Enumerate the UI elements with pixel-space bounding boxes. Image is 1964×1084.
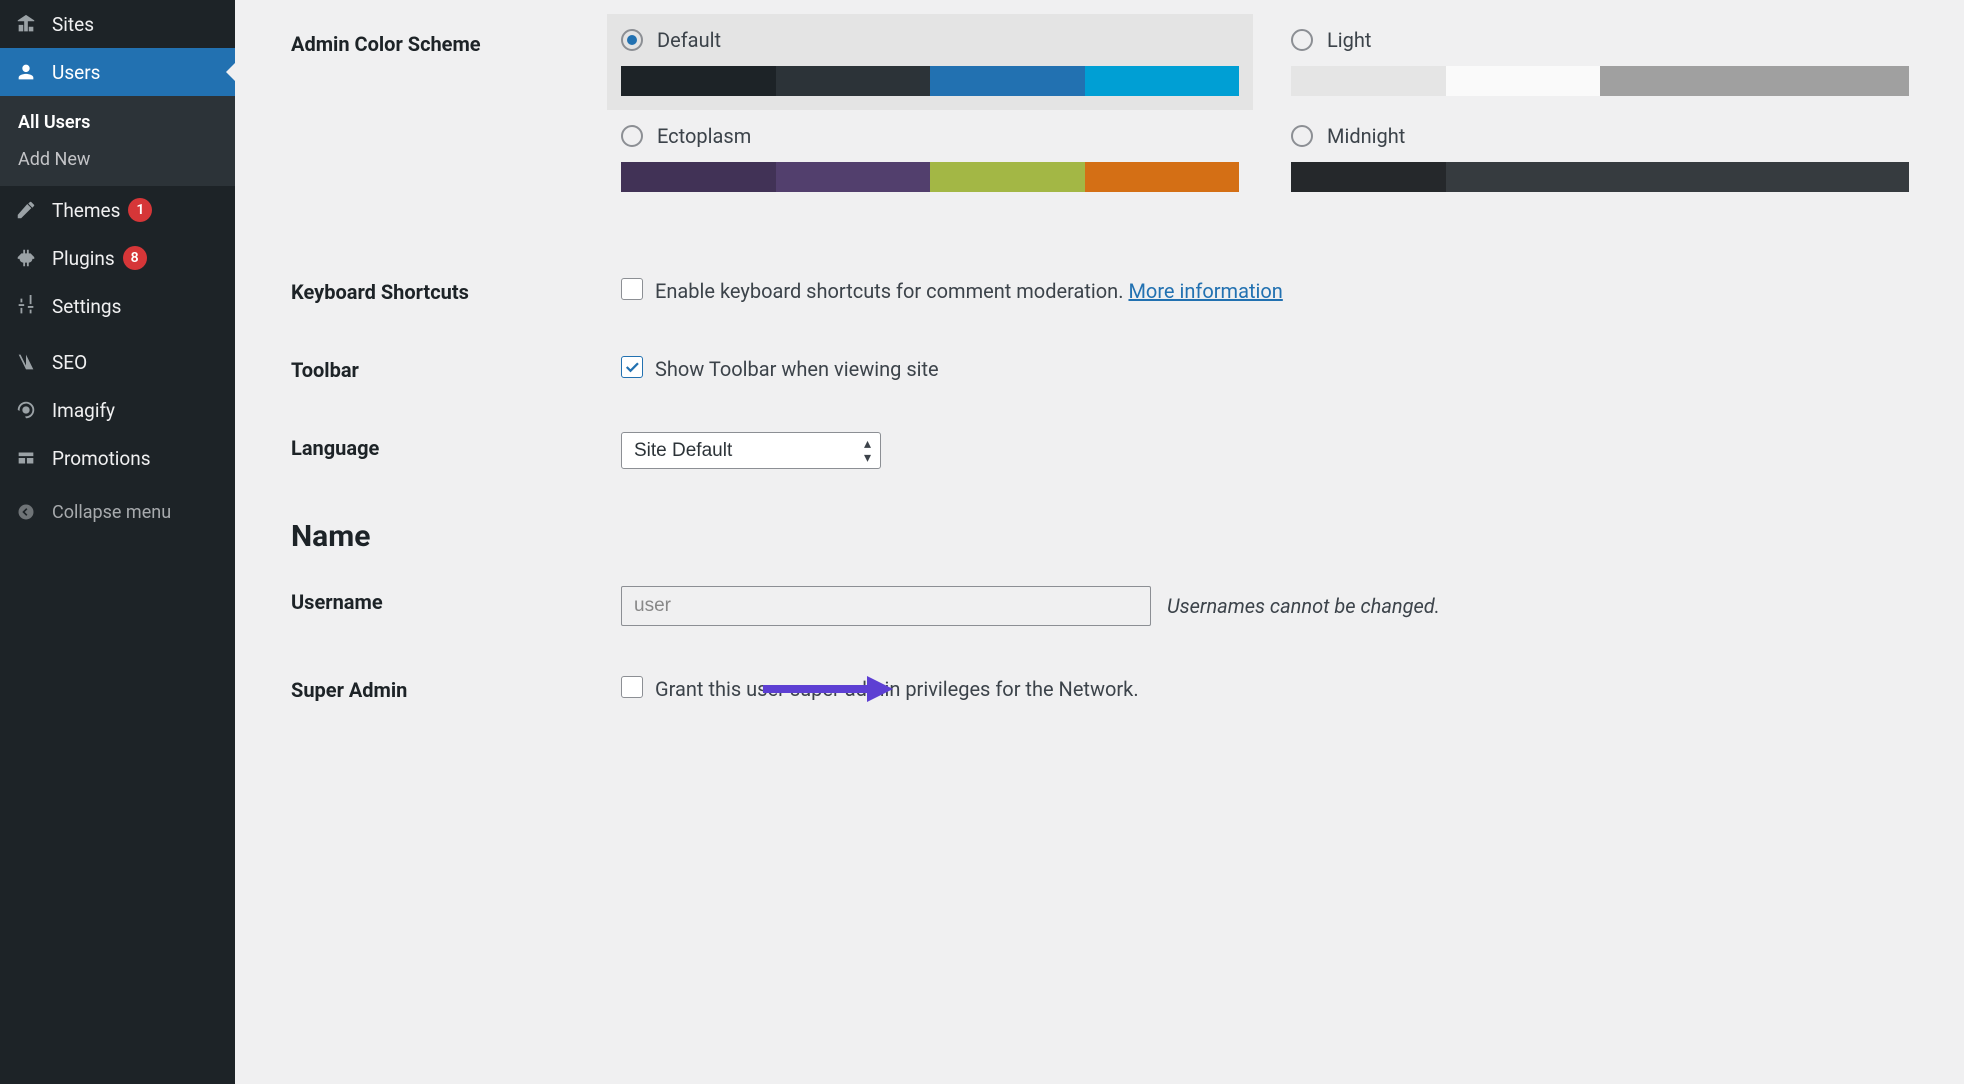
color-scheme-label: Ectoplasm bbox=[657, 124, 751, 148]
toolbar-checkbox-label[interactable]: Show Toolbar when viewing site bbox=[621, 354, 1940, 384]
sidebar-item-label: Settings bbox=[52, 295, 121, 318]
radio-ectoplasm[interactable] bbox=[621, 125, 643, 147]
seo-icon bbox=[12, 348, 40, 376]
color-scheme-light[interactable]: Light bbox=[1291, 28, 1909, 96]
sidebar-item-label: Users bbox=[52, 61, 100, 84]
main-content: Admin Color Scheme Default bbox=[235, 0, 1964, 1084]
sidebar-item-settings[interactable]: Settings bbox=[0, 282, 235, 330]
sidebar-subitem-all-users[interactable]: All Users bbox=[0, 104, 235, 141]
swatches-ectoplasm bbox=[621, 162, 1239, 192]
label-super-admin: Super Admin bbox=[291, 674, 621, 702]
color-scheme-label: Midnight bbox=[1327, 124, 1405, 148]
label-toolbar: Toolbar bbox=[291, 354, 621, 382]
language-select[interactable]: Site Default bbox=[621, 432, 881, 469]
shortcuts-checkbox[interactable] bbox=[621, 278, 643, 300]
row-toolbar: Toolbar Show Toolbar when viewing site bbox=[291, 330, 1940, 408]
label-keyboard-shortcuts: Keyboard Shortcuts bbox=[291, 276, 621, 304]
username-input bbox=[621, 586, 1151, 626]
username-hint: Usernames cannot be changed. bbox=[1167, 594, 1440, 618]
label-username: Username bbox=[291, 586, 621, 614]
color-scheme-grid: Default Light bbox=[621, 28, 1940, 192]
sidebar-item-themes[interactable]: Themes 1 bbox=[0, 186, 235, 234]
sidebar-item-plugins[interactable]: Plugins 8 bbox=[0, 234, 235, 282]
swatches-midnight bbox=[1291, 162, 1909, 192]
update-badge: 1 bbox=[128, 198, 152, 222]
super-admin-checkbox[interactable] bbox=[621, 676, 643, 698]
sidebar-item-users[interactable]: Users bbox=[0, 48, 235, 96]
collapse-menu-label: Collapse menu bbox=[52, 502, 171, 523]
sites-icon bbox=[12, 10, 40, 38]
shortcuts-checkbox-label[interactable]: Enable keyboard shortcuts for comment mo… bbox=[621, 276, 1940, 306]
label-language: Language bbox=[291, 432, 621, 460]
radio-midnight[interactable] bbox=[1291, 125, 1313, 147]
shortcuts-more-info-link[interactable]: More information bbox=[1128, 279, 1282, 303]
sidebar-item-imagify[interactable]: Imagify bbox=[0, 386, 235, 434]
row-super-admin: Super Admin Grant this user super admin … bbox=[291, 650, 1940, 728]
sidebar-item-seo[interactable]: SEO bbox=[0, 338, 235, 386]
swatches-light bbox=[1291, 66, 1909, 96]
label-admin-color-scheme: Admin Color Scheme bbox=[291, 28, 621, 56]
plugins-icon bbox=[12, 244, 40, 272]
update-badge: 8 bbox=[123, 246, 147, 270]
color-scheme-default[interactable]: Default bbox=[607, 14, 1253, 110]
sidebar-item-promotions[interactable]: Promotions bbox=[0, 434, 235, 482]
toolbar-checkbox[interactable] bbox=[621, 356, 643, 378]
collapse-menu-button[interactable]: Collapse menu bbox=[0, 488, 235, 536]
themes-icon bbox=[12, 196, 40, 224]
color-scheme-midnight[interactable]: Midnight bbox=[1291, 124, 1909, 192]
settings-icon bbox=[12, 292, 40, 320]
annotation-arrow-icon bbox=[763, 674, 893, 704]
row-username: Username Usernames cannot be changed. bbox=[291, 562, 1940, 650]
row-language: Language Site Default ▴▾ bbox=[291, 408, 1940, 493]
radio-light[interactable] bbox=[1291, 29, 1313, 51]
shortcuts-text: Enable keyboard shortcuts for comment mo… bbox=[655, 279, 1124, 303]
users-icon bbox=[12, 58, 40, 86]
collapse-icon bbox=[12, 498, 40, 526]
section-heading-name: Name bbox=[291, 493, 1940, 562]
imagify-icon bbox=[12, 396, 40, 424]
sidebar-item-label: Themes bbox=[52, 199, 120, 222]
sidebar-item-label: Imagify bbox=[52, 399, 115, 422]
row-admin-color-scheme: Admin Color Scheme Default bbox=[291, 28, 1940, 216]
row-keyboard-shortcuts: Keyboard Shortcuts Enable keyboard short… bbox=[291, 216, 1940, 330]
sidebar-item-sites[interactable]: Sites bbox=[0, 0, 235, 48]
sidebar-submenu-users: All Users Add New bbox=[0, 96, 235, 186]
sidebar-subitem-add-new[interactable]: Add New bbox=[0, 141, 235, 178]
color-scheme-label: Default bbox=[657, 28, 721, 52]
toolbar-text: Show Toolbar when viewing site bbox=[655, 354, 1940, 384]
sidebar-item-label: Promotions bbox=[52, 447, 151, 470]
sidebar-item-label: SEO bbox=[52, 351, 87, 374]
swatches-default bbox=[621, 66, 1239, 96]
color-scheme-ectoplasm[interactable]: Ectoplasm bbox=[621, 124, 1239, 192]
sidebar-item-label: Plugins bbox=[52, 247, 115, 270]
radio-default[interactable] bbox=[621, 29, 643, 51]
promotions-icon bbox=[12, 444, 40, 472]
admin-sidebar: Sites Users All Users Add New Themes 1 P… bbox=[0, 0, 235, 1084]
sidebar-item-label: Sites bbox=[52, 13, 94, 36]
color-scheme-label: Light bbox=[1327, 28, 1371, 52]
